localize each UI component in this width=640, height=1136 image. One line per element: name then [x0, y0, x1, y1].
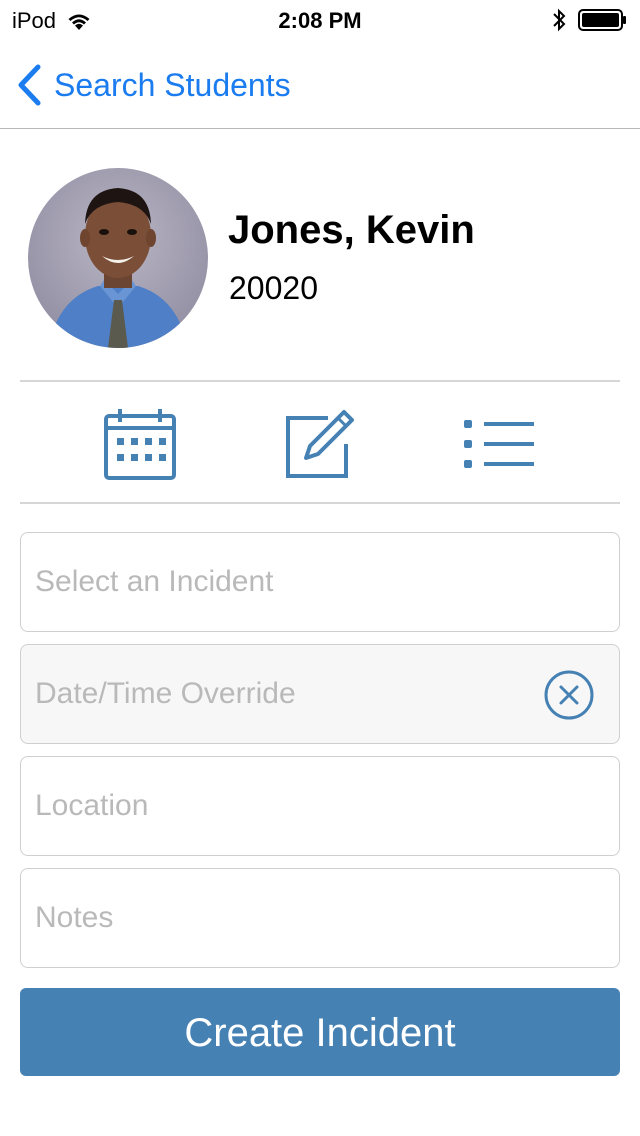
back-button[interactable]: Search Students [16, 64, 291, 106]
status-bar: iPod 2:08 PM [0, 0, 640, 40]
divider-top [20, 380, 620, 382]
student-photo [28, 168, 208, 348]
battery-icon [578, 9, 626, 31]
avatar [28, 168, 208, 348]
notes-field[interactable] [20, 868, 620, 968]
notes-input[interactable] [35, 869, 535, 967]
navigation-bar: Search Students [0, 40, 640, 129]
incident-select[interactable] [20, 532, 620, 632]
incident-input[interactable] [35, 533, 535, 631]
student-id: 20020 [229, 270, 318, 306]
action-tab-row [20, 384, 620, 500]
list-icon[interactable] [464, 408, 536, 480]
status-time: 2:08 PM [278, 8, 362, 33]
create-incident-button[interactable]: Create Incident [20, 988, 620, 1076]
back-button-label: Search Students [54, 66, 291, 103]
datetime-input[interactable] [35, 645, 535, 743]
divider-bottom [20, 502, 620, 504]
student-profile: Jones, Kevin 20020 [28, 168, 620, 348]
location-field[interactable] [20, 756, 620, 856]
status-right-group [552, 8, 628, 32]
datetime-override-field[interactable] [20, 644, 620, 744]
edit-icon[interactable] [284, 408, 356, 480]
clear-circle-icon[interactable] [543, 669, 595, 721]
location-input[interactable] [35, 757, 535, 855]
chevron-left-icon [18, 64, 41, 106]
student-name: Jones, Kevin [228, 208, 475, 252]
bluetooth-icon [553, 8, 566, 32]
calendar-icon[interactable] [104, 408, 176, 480]
